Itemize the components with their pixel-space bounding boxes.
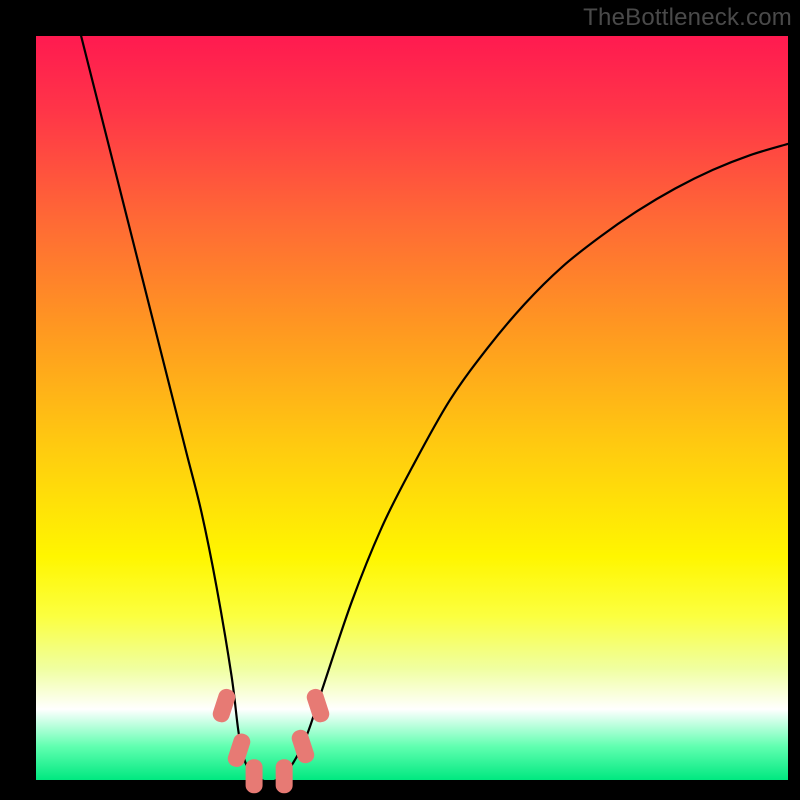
bottleneck-chart bbox=[0, 0, 800, 800]
gradient-background bbox=[36, 36, 788, 780]
curve-marker bbox=[246, 759, 263, 793]
curve-marker bbox=[276, 759, 293, 793]
watermark-text: TheBottleneck.com bbox=[583, 4, 792, 32]
chart-frame: TheBottleneck.com bbox=[0, 0, 800, 800]
